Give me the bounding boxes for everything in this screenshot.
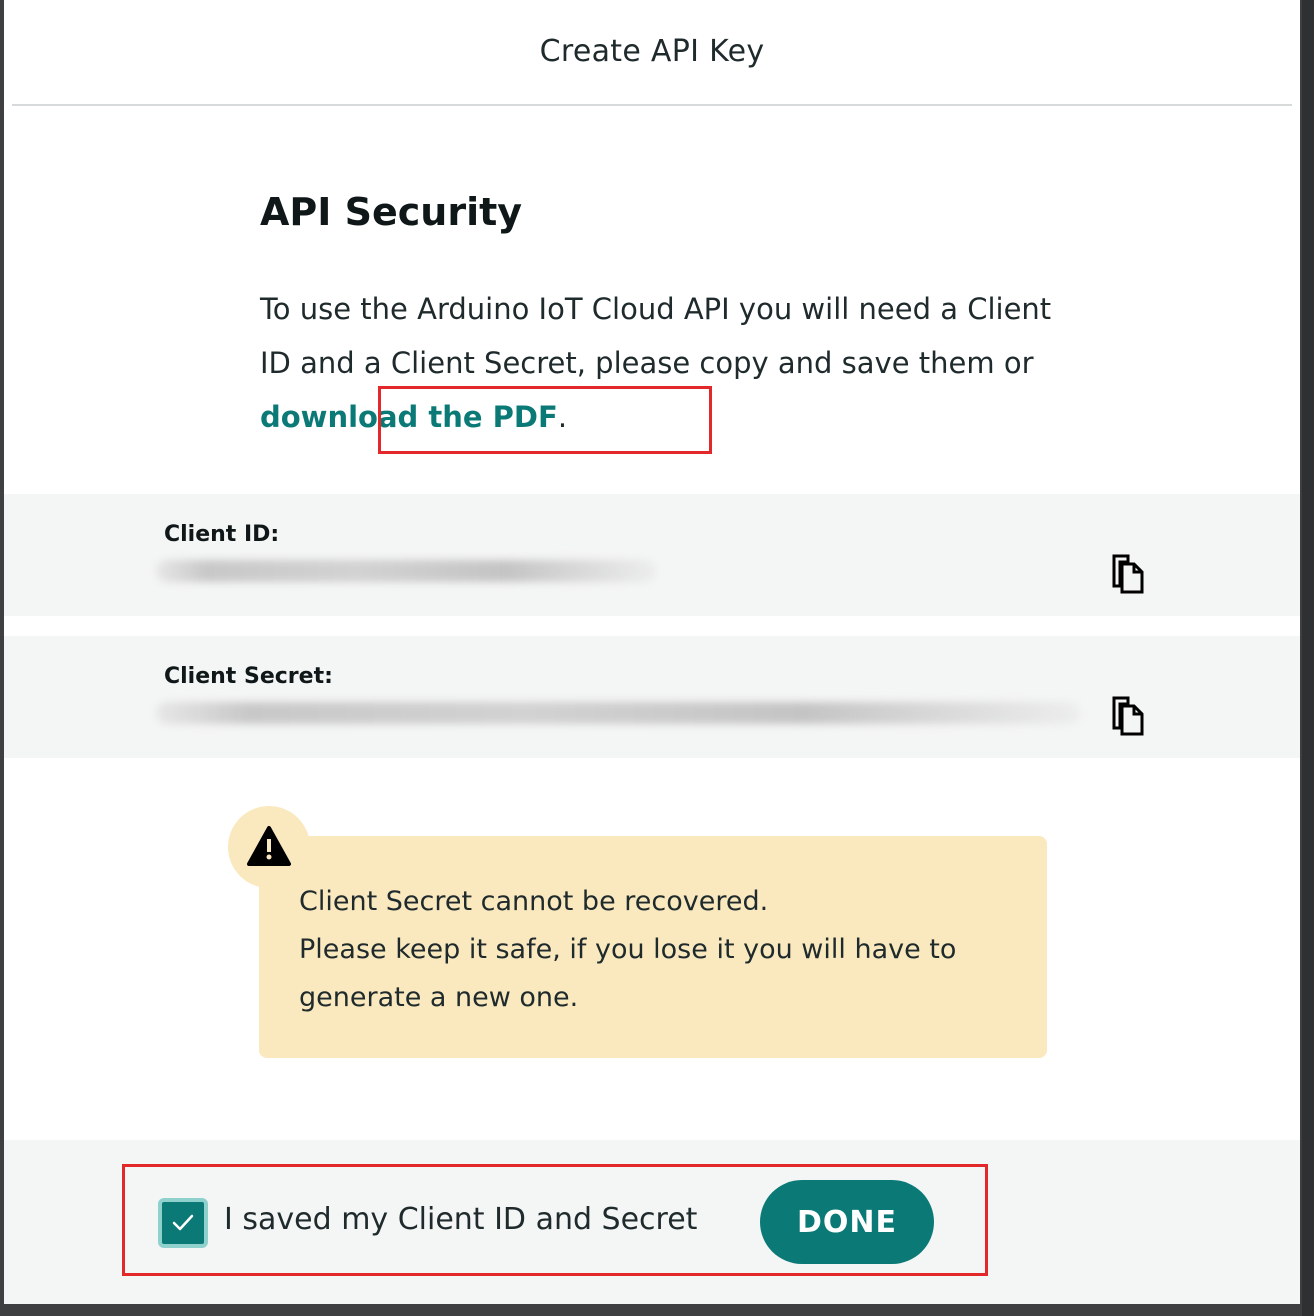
client-id-value-redacted	[156, 560, 656, 582]
warning-line-1: Client Secret cannot be recovered.	[299, 886, 769, 917]
intro-body: To use the Arduino IoT Cloud API you wil…	[260, 292, 1052, 380]
client-secret-label: Client Secret:	[164, 664, 333, 689]
client-secret-value-redacted	[156, 702, 1080, 724]
warning-icon-badge	[228, 806, 310, 888]
saved-credentials-checkbox[interactable]	[158, 1198, 208, 1248]
done-button[interactable]: DONE	[760, 1180, 934, 1264]
checkmark-icon	[172, 1214, 194, 1231]
warning-text: Client Secret cannot be recovered. Pleas…	[299, 878, 1019, 1022]
download-pdf-link[interactable]: download the PDF	[260, 400, 558, 434]
warning-triangle-icon	[247, 826, 291, 866]
warning-line-2: Please keep it safe, if you lose it you …	[299, 934, 957, 1013]
modal-header: Create API Key	[12, 0, 1292, 106]
client-secret-row: Client Secret:	[4, 636, 1300, 758]
copy-icon[interactable]	[1110, 696, 1146, 736]
modal-title: Create API Key	[539, 34, 765, 69]
intro-period: .	[557, 400, 568, 434]
client-id-row: Client ID:	[4, 494, 1300, 616]
create-api-key-modal: Create API Key API Security To use the A…	[4, 0, 1300, 1304]
modal-footer: I saved my Client ID and Secret DONE	[4, 1140, 1300, 1304]
client-id-label: Client ID:	[164, 522, 280, 547]
warning-box: Client Secret cannot be recovered. Pleas…	[259, 836, 1047, 1058]
checkbox-label[interactable]: I saved my Client ID and Secret	[224, 1202, 697, 1237]
intro-text: To use the Arduino IoT Cloud API you wil…	[260, 282, 1060, 444]
copy-icon[interactable]	[1110, 554, 1146, 594]
section-title: API Security	[260, 190, 523, 234]
backdrop	[1302, 0, 1314, 1316]
